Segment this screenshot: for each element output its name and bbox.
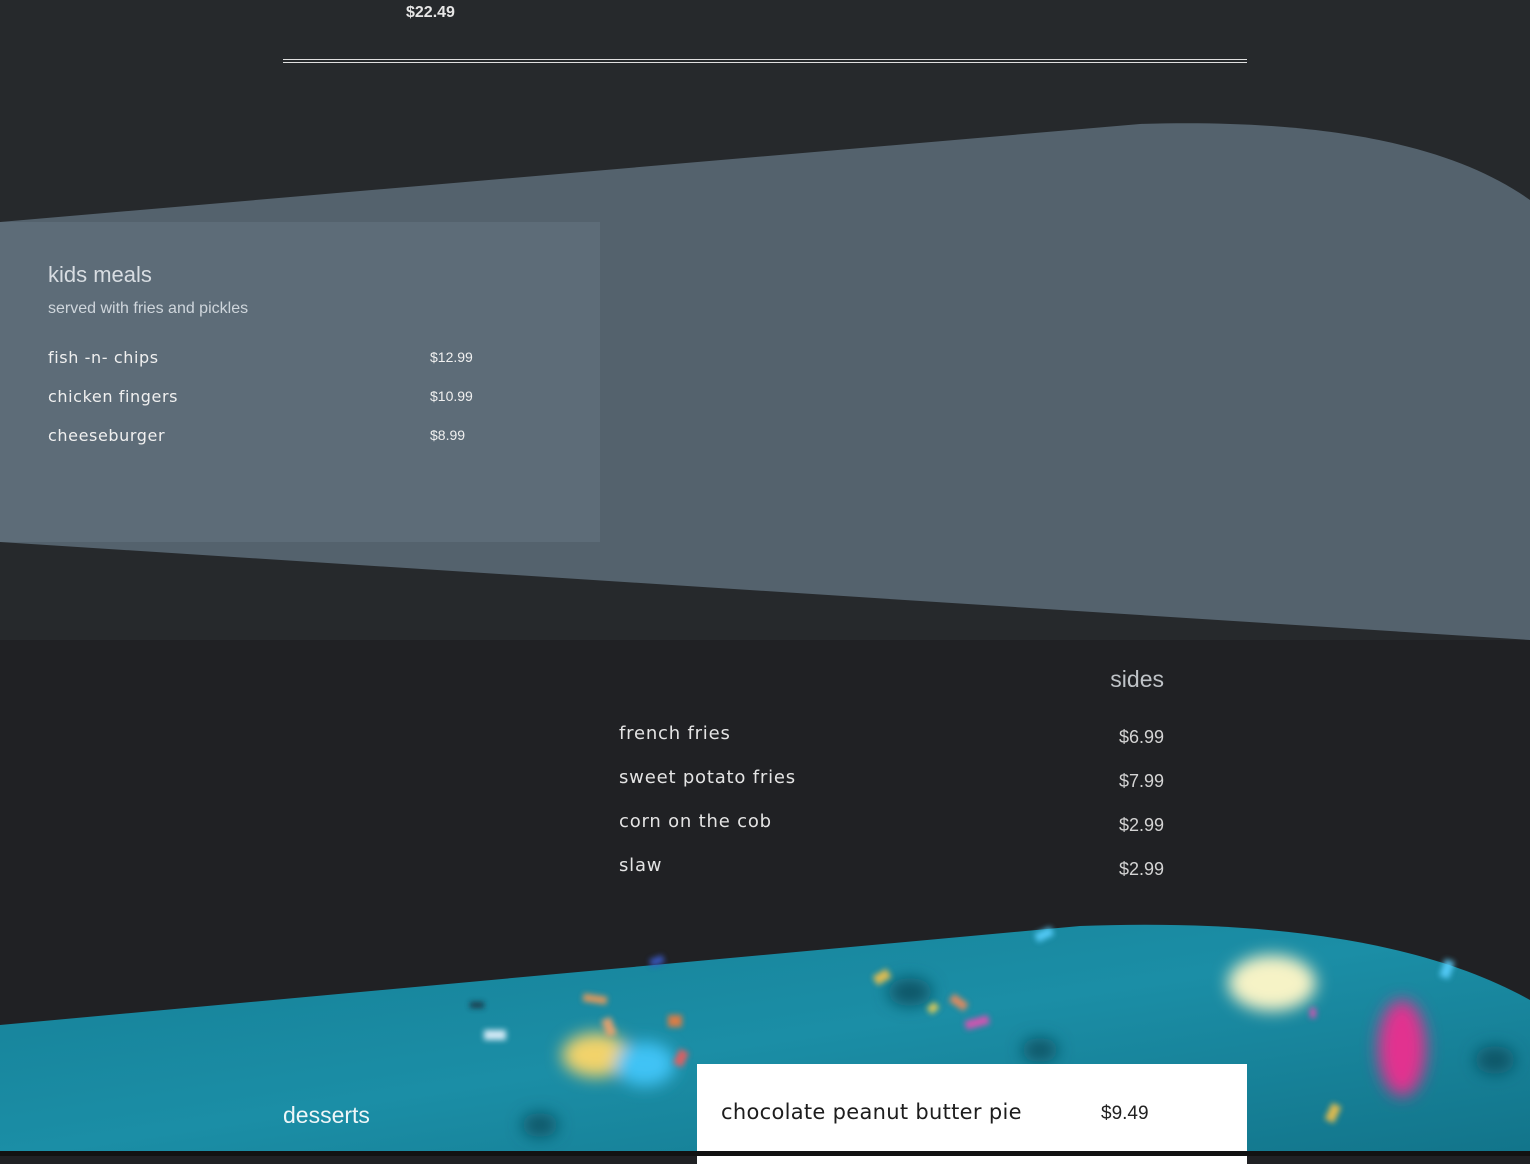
viewport-bottom-edge [0,1151,1530,1156]
desserts-menu-card: chocolate peanut butter pie $9.49 [697,1064,1247,1164]
dessert-item-price: $9.49 [1101,1103,1149,1124]
dessert-item-name: chocolate peanut butter pie [721,1100,1022,1124]
desserts-confetti-background [0,924,1530,1156]
desserts-title: desserts [283,1102,370,1128]
